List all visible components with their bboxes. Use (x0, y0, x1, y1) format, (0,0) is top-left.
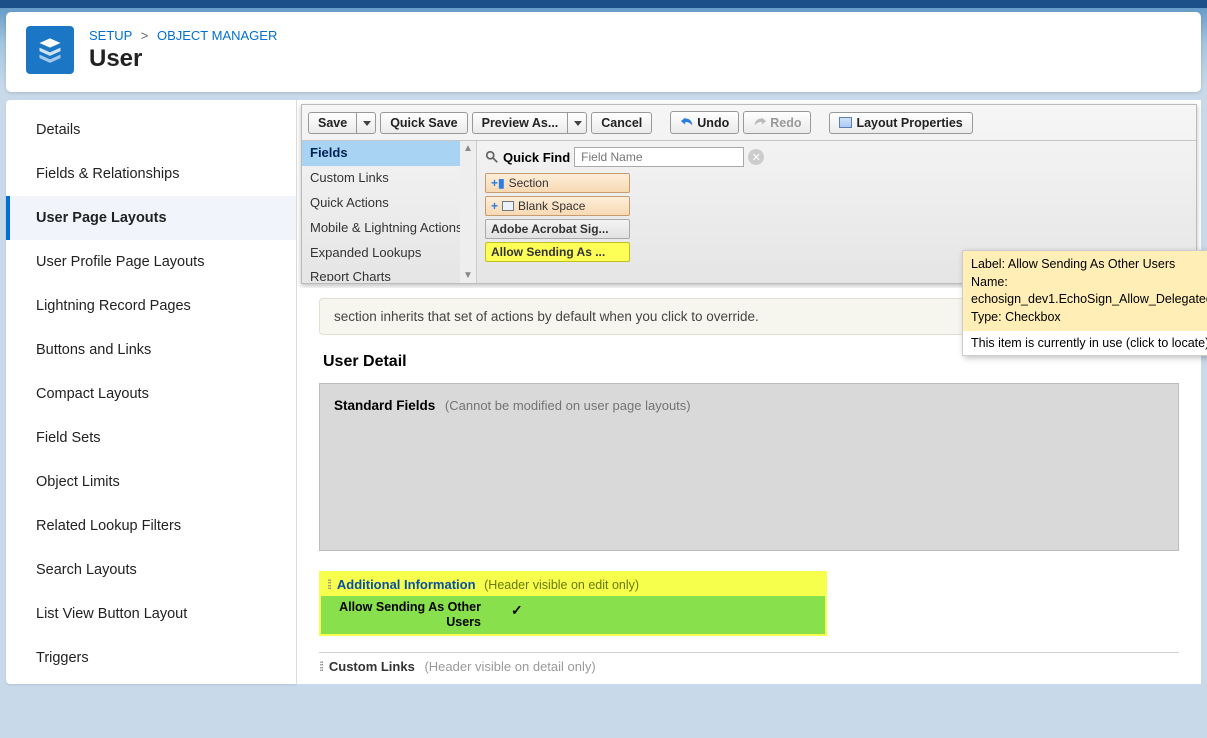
sidebar-item-triggers[interactable]: Triggers (6, 636, 296, 680)
scroll-down-icon[interactable]: ▼ (463, 270, 473, 281)
object-icon (26, 26, 74, 74)
palette-adobe-acrobat-sig[interactable]: Adobe Acrobat Sig... (485, 219, 630, 239)
field-allow-sending-as-other-users[interactable]: Allow Sending As Other Users ✓ (321, 596, 825, 634)
sidebar-item-object-limits[interactable]: Object Limits (6, 460, 296, 504)
additional-information-section[interactable]: ⁞⁞ Additional Information (Header visibl… (319, 571, 827, 636)
palette-allow-sending-as[interactable]: Allow Sending As ... (485, 242, 630, 262)
layout-properties-button[interactable]: Layout Properties (829, 112, 972, 134)
redo-icon (753, 115, 767, 129)
standard-fields-section: Standard Fields (Cannot be modified on u… (319, 383, 1179, 551)
grip-icon: ⁞⁞ (327, 577, 330, 592)
category-scrollbar[interactable]: ▲ ▼ (460, 141, 476, 283)
sidebar-item-user-profile-page-layouts[interactable]: User Profile Page Layouts (6, 240, 296, 284)
sidebar-item-fields-relationships[interactable]: Fields & Relationships (6, 152, 296, 196)
category-mobile-lightning-actions[interactable]: Mobile & Lightning Actions (302, 216, 476, 241)
additional-info-header: Additional Information (337, 577, 476, 592)
sidebar-item-lightning-record-pages[interactable]: Lightning Record Pages (6, 284, 296, 328)
category-report-charts[interactable]: Report Charts (302, 265, 476, 281)
palette-blank-space[interactable]: +Blank Space (485, 196, 630, 216)
custom-links-section: ⁞⁞ Custom Links (Header visible on detai… (319, 652, 1179, 674)
sidebar-item-details[interactable]: Details (6, 108, 296, 152)
sidebar-item-field-sets[interactable]: Field Sets (6, 416, 296, 460)
search-icon (485, 150, 499, 164)
scroll-up-icon[interactable]: ▲ (463, 143, 473, 154)
undo-button[interactable]: Undo (670, 111, 739, 134)
page-title: User (89, 45, 277, 73)
tooltip-locate-link[interactable]: This item is currently in use (click to … (963, 331, 1207, 355)
category-custom-links[interactable]: Custom Links (302, 166, 476, 191)
category-fields[interactable]: Fields (302, 141, 476, 166)
layout-editor: Save Quick Save Preview As... Cancel Und… (296, 100, 1201, 684)
category-expanded-lookups[interactable]: Expanded Lookups (302, 241, 476, 266)
sidebar: Details Fields & Relationships User Page… (6, 100, 296, 684)
layout-icon (839, 117, 852, 128)
grip-icon: ⁞⁞ (319, 659, 322, 674)
category-quick-actions[interactable]: Quick Actions (302, 191, 476, 216)
undo-icon (680, 115, 694, 129)
checkmark-icon: ✓ (511, 602, 523, 619)
breadcrumb: SETUP > OBJECT MANAGER (89, 28, 277, 43)
custom-links-title: Custom Links (329, 659, 415, 674)
clear-search-button[interactable]: ✕ (748, 149, 764, 165)
blank-space-icon (502, 201, 514, 211)
field-label: Allow Sending As Other Users (331, 600, 481, 630)
standard-fields-subtitle: (Cannot be modified on user page layouts… (445, 398, 691, 413)
palette-section[interactable]: +▮Section (485, 173, 630, 193)
custom-links-subtitle: (Header visible on detail only) (424, 659, 595, 674)
category-list: Fields Custom Links Quick Actions Mobile… (302, 141, 477, 283)
save-button[interactable]: Save (308, 112, 356, 134)
sidebar-item-compact-layouts[interactable]: Compact Layouts (6, 372, 296, 416)
quick-find-label: Quick Find (503, 150, 570, 165)
save-dropdown[interactable] (356, 112, 376, 134)
additional-info-subtitle: (Header visible on edit only) (484, 578, 639, 592)
preview-as-dropdown[interactable] (567, 112, 587, 134)
quick-find-input[interactable] (574, 147, 744, 167)
page-header: SETUP > OBJECT MANAGER User (6, 12, 1201, 92)
field-tooltip: Label: Allow Sending As Other Users Name… (962, 250, 1207, 356)
sidebar-item-buttons-and-links[interactable]: Buttons and Links (6, 328, 296, 372)
sidebar-item-list-view-button-layout[interactable]: List View Button Layout (6, 592, 296, 636)
breadcrumb-setup[interactable]: SETUP (89, 28, 132, 43)
cancel-button[interactable]: Cancel (591, 112, 652, 134)
sidebar-item-search-layouts[interactable]: Search Layouts (6, 548, 296, 592)
standard-fields-title: Standard Fields (334, 398, 435, 413)
toolbar: Save Quick Save Preview As... Cancel Und… (302, 105, 1196, 141)
preview-as-button[interactable]: Preview As... (472, 112, 568, 134)
redo-button[interactable]: Redo (743, 111, 811, 134)
sidebar-item-user-page-layouts[interactable]: User Page Layouts (6, 196, 296, 240)
sidebar-item-related-lookup-filters[interactable]: Related Lookup Filters (6, 504, 296, 548)
breadcrumb-object-manager[interactable]: OBJECT MANAGER (157, 28, 277, 43)
quick-save-button[interactable]: Quick Save (380, 112, 467, 134)
